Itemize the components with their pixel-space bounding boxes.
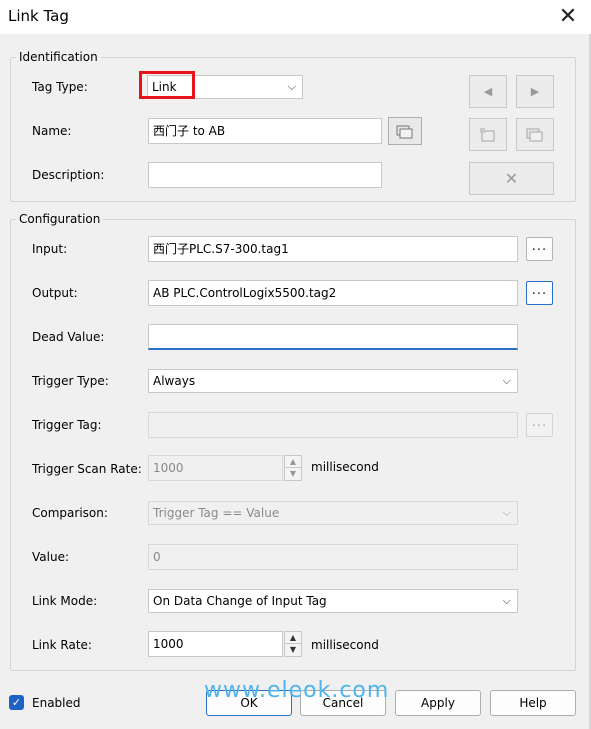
output-label: Output: xyxy=(32,286,78,300)
new-tag-button[interactable] xyxy=(469,118,507,151)
next-button[interactable]: ▶ xyxy=(516,75,554,108)
copy-tag-icon xyxy=(526,128,543,142)
input-browse-button[interactable]: ... xyxy=(526,237,553,261)
chevron-down-icon: ⌵ xyxy=(502,506,511,519)
description-field[interactable] xyxy=(148,162,382,188)
prev-button[interactable]: ◀ xyxy=(469,75,507,108)
input-field[interactable]: 西门子PLC.S7-300.tag1 xyxy=(148,236,518,262)
configuration-group-title: Configuration xyxy=(16,212,104,226)
arrow-right-icon: ▶ xyxy=(530,85,540,98)
link-mode-select[interactable]: On Data Change of Input Tag ⌵ xyxy=(148,589,518,613)
value-label: Value: xyxy=(32,550,69,564)
value-field[interactable]: 0 xyxy=(148,544,518,570)
spin-up-icon[interactable]: ▲ xyxy=(285,456,301,468)
apply-button[interactable]: Apply xyxy=(395,690,481,716)
tag-browse-button[interactable] xyxy=(388,117,422,145)
chevron-down-icon: ⌵ xyxy=(502,594,511,607)
trigger-scan-rate-field[interactable]: 1000 xyxy=(148,455,283,481)
chevron-down-icon: ⌵ xyxy=(502,374,511,387)
trigger-type-label: Trigger Type: xyxy=(32,374,109,388)
trigger-scan-rate-unit: milliseconds xyxy=(311,460,379,474)
link-rate-field[interactable]: 1000 xyxy=(148,631,283,657)
delete-tag-button[interactable]: ✕ xyxy=(469,162,554,195)
help-button[interactable]: Help xyxy=(490,690,576,716)
identification-group-title: Identification xyxy=(16,50,101,64)
spin-down-icon[interactable]: ▼ xyxy=(285,644,301,656)
tag-type-highlight xyxy=(139,71,195,99)
output-browse-button[interactable]: ... xyxy=(526,281,553,305)
trigger-type-value: Always xyxy=(153,374,196,388)
watermark: www.eleok.com xyxy=(204,678,390,703)
close-icon[interactable]: ✕ xyxy=(553,4,583,30)
comparison-value: Trigger Tag == Value xyxy=(153,506,280,520)
comparison-label: Comparison: xyxy=(32,506,108,520)
title-bar: Link Tag ✕ xyxy=(0,0,591,34)
comparison-select[interactable]: Trigger Tag == Value ⌵ xyxy=(148,501,518,525)
link-mode-value: On Data Change of Input Tag xyxy=(153,594,327,608)
link-mode-label: Link Mode: xyxy=(32,594,98,608)
arrow-left-icon: ◀ xyxy=(483,85,493,98)
dead-value-label: Dead Value: xyxy=(32,330,105,344)
trigger-scan-rate-spinner[interactable]: ▲ ▼ xyxy=(284,455,302,481)
link-rate-unit: milliseconds xyxy=(311,638,379,652)
tag-type-label: Tag Type: xyxy=(32,80,88,94)
trigger-tag-field[interactable] xyxy=(148,412,518,438)
enabled-label: Enabled xyxy=(32,696,81,710)
spin-down-icon[interactable]: ▼ xyxy=(285,468,301,480)
trigger-tag-browse-button[interactable]: ... xyxy=(526,413,553,437)
trigger-scan-rate-label: Trigger Scan Rate: xyxy=(32,462,142,476)
new-tag-icon xyxy=(480,128,495,142)
delete-icon: ✕ xyxy=(504,169,519,188)
trigger-tag-label: Trigger Tag: xyxy=(32,418,102,432)
copy-tag-button[interactable] xyxy=(516,118,554,151)
window-title: Link Tag xyxy=(8,7,69,25)
name-field[interactable]: 西门子 to AB xyxy=(148,118,382,144)
enabled-checkbox[interactable]: ✓ xyxy=(9,695,24,710)
trigger-type-select[interactable]: Always ⌵ xyxy=(148,369,518,393)
link-rate-label: Link Rate: xyxy=(32,638,92,652)
tag-browse-icon xyxy=(396,125,413,139)
link-rate-spinner[interactable]: ▲ ▼ xyxy=(284,631,302,657)
name-label: Name: xyxy=(32,124,72,138)
chevron-down-icon: ⌵ xyxy=(287,80,296,93)
input-label: Input: xyxy=(32,242,68,256)
dead-value-field[interactable] xyxy=(148,324,518,350)
output-field[interactable]: AB PLC.ControlLogix5500.tag2 xyxy=(148,280,518,306)
spin-up-icon[interactable]: ▲ xyxy=(285,632,301,644)
description-label: Description: xyxy=(32,168,105,182)
